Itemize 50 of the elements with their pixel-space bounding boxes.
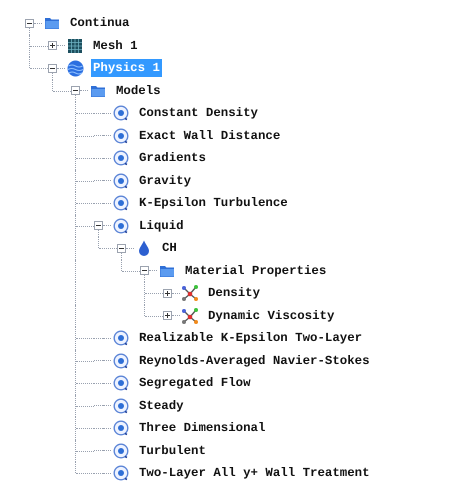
tree-item[interactable]: Mesh 1 [91,36,140,55]
folder-icon [159,264,175,278]
sphere-icon [66,60,84,77]
collapse-toggle[interactable] [117,244,126,253]
expand-toggle[interactable] [48,41,57,50]
model-icon [113,195,129,212]
tree-item[interactable]: Steady [137,396,186,415]
tree-item[interactable]: K-Epsilon Turbulence [137,194,290,212]
tree-item[interactable]: CH [160,239,179,258]
model-icon [113,150,129,166]
tree-item[interactable]: Material Properties [183,262,328,280]
model-icon [113,375,129,392]
folder-icon [90,84,106,98]
grid-icon [68,38,82,53]
collapse-toggle[interactable] [94,221,103,230]
tree-item[interactable]: Continua [68,14,132,32]
tree-item[interactable]: Liquid [137,216,186,235]
model-icon [113,105,129,122]
tree-item[interactable]: Three Dimensional [137,419,268,438]
tree-item[interactable]: Segregated Flow [137,374,253,392]
tree-item[interactable]: Turbulent [137,442,208,460]
tree-item[interactable]: Realizable K-Epsilon Two-Layer [137,329,364,348]
molecule-icon [181,308,199,324]
tree-item[interactable]: Dynamic Viscosity [206,306,336,325]
model-icon [113,352,129,369]
expand-toggle[interactable] [163,311,172,320]
tree-item[interactable]: Constant Density [137,104,260,122]
model-icon [113,172,129,189]
model-icon [113,465,129,482]
collapse-toggle[interactable] [71,86,80,96]
droplet-icon [138,240,150,256]
collapse-toggle[interactable] [25,18,34,28]
folder-icon [44,16,60,30]
tree-item[interactable]: Gravity [137,172,194,190]
model-icon [113,128,129,144]
tree-item[interactable]: Reynolds-Averaged Navier-Stokes [137,352,372,370]
model-icon [113,420,129,436]
model-icon [113,442,129,459]
model-icon [113,398,129,414]
tree-item[interactable]: Two-Layer All y+ Wall Treatment [137,464,372,482]
tree-item[interactable]: Density [206,284,262,302]
tree-item[interactable]: Models [114,82,163,100]
tree-item[interactable]: Exact Wall Distance [137,126,282,145]
model-icon [113,218,129,234]
model-icon [113,330,129,346]
collapse-toggle[interactable] [140,266,149,276]
collapse-toggle[interactable] [48,64,57,73]
molecule-icon [181,285,199,302]
expand-toggle[interactable] [163,288,172,298]
tree-item[interactable]: Gradients [137,149,208,168]
